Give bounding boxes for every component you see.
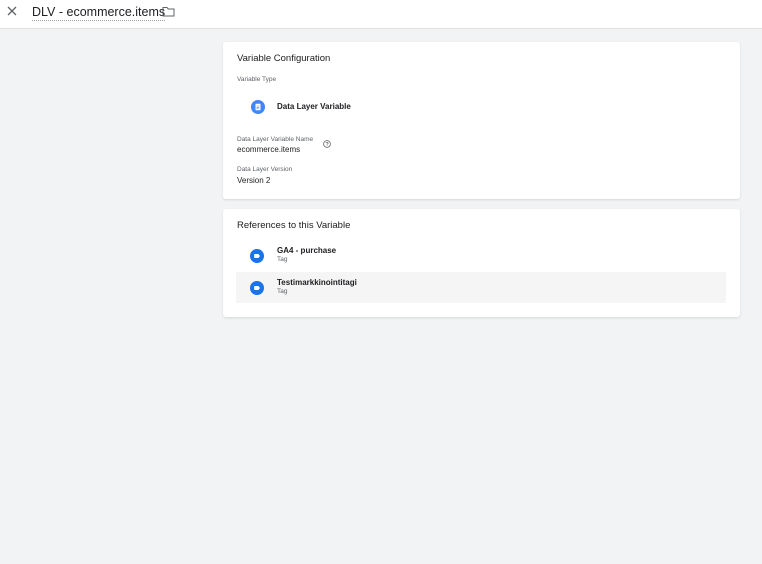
- title-edit-field[interactable]: DLV - ecommerce.items: [32, 3, 166, 21]
- close-button[interactable]: [4, 3, 20, 19]
- reference-type: Tag: [277, 256, 288, 263]
- data-layer-version-label: Data Layer Version: [237, 166, 293, 173]
- variable-type-name: Data Layer Variable: [277, 102, 351, 111]
- reference-name: Testimarkkinointitagi: [277, 278, 357, 287]
- variable-type-label: Variable Type: [237, 76, 277, 83]
- card-title: References to this Variable: [237, 220, 351, 231]
- page-title[interactable]: DLV - ecommerce.items: [32, 5, 165, 19]
- tag-icon: [250, 249, 264, 263]
- data-layer-version-value: Version 2: [237, 176, 271, 185]
- reference-item[interactable]: GA4 - purchase Tag: [236, 240, 726, 271]
- folder-button[interactable]: [161, 4, 175, 18]
- references-card: References to this Variable GA4 - purcha…: [223, 209, 740, 317]
- card-title: Variable Configuration: [237, 53, 331, 64]
- variable-name-value: ecommerce.items: [237, 145, 301, 154]
- variable-name-label: Data Layer Variable Name: [237, 136, 314, 143]
- variable-configuration-card: Variable Configuration Variable Type Dat…: [223, 42, 740, 199]
- reference-type: Tag: [277, 288, 288, 295]
- top-bar: DLV - ecommerce.items: [0, 0, 762, 29]
- folder-icon[interactable]: [162, 6, 175, 17]
- close-icon[interactable]: [7, 6, 17, 16]
- data-layer-variable-icon: [251, 100, 265, 114]
- reference-item[interactable]: Testimarkkinointitagi Tag: [236, 272, 726, 303]
- tag-icon: [250, 281, 264, 295]
- reference-name: GA4 - purchase: [277, 246, 337, 255]
- help-icon[interactable]: [323, 135, 331, 148]
- variable-type-selector[interactable]: Data Layer Variable: [237, 94, 477, 120]
